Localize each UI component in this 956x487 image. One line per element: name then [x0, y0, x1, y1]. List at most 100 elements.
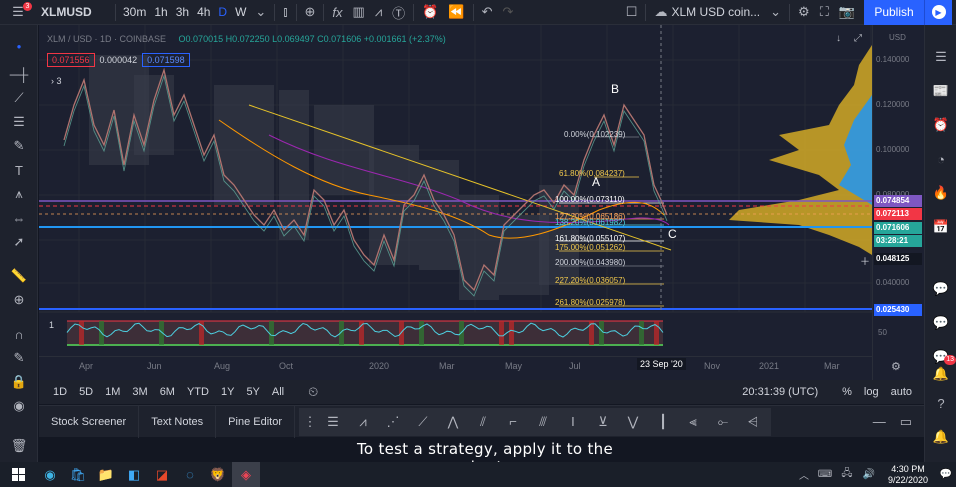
fib-retracement-icon[interactable]: ☰ — [0, 111, 38, 133]
action-center-icon[interactable]: 💬 — [936, 469, 956, 480]
layout-dropdown-icon[interactable]: ⌄ — [765, 0, 786, 25]
range-6m[interactable]: 6M — [154, 386, 181, 398]
pattern-icon[interactable]: ⩚ — [0, 183, 38, 205]
date-range-icon[interactable]: ⊻ — [589, 409, 617, 434]
store-icon[interactable]: 🛍 — [64, 462, 92, 487]
text-tool-icon[interactable]: T — [0, 159, 38, 181]
tab-stock-screener[interactable]: Stock Screener — [39, 405, 140, 438]
auto-scale-icon[interactable]: ⤢ — [854, 33, 862, 44]
network-icon[interactable]: 🖧 — [836, 466, 858, 483]
sell-price-button[interactable]: 0.071556 — [47, 53, 95, 67]
replay-icon[interactable]: ⏪ — [443, 0, 469, 25]
edge-browser-icon[interactable]: ◉ — [36, 462, 64, 487]
auto-toggle[interactable]: auto — [885, 386, 918, 398]
settings-gear-icon[interactable]: ⚙ — [793, 0, 815, 25]
trend-line-icon[interactable]: ⟋ — [0, 87, 38, 109]
interval-3h[interactable]: 3h — [172, 0, 193, 25]
interval-1h[interactable]: 1h — [150, 0, 171, 25]
redo-icon[interactable]: ↷ — [497, 0, 518, 25]
chart-type-icon[interactable]: ⫾ — [278, 0, 292, 25]
wxy-icon[interactable]: ⋁ — [619, 409, 647, 434]
menu-button[interactable]: ☰ 3 — [0, 0, 36, 25]
time-axis[interactable]: Apr Jun Aug Oct 2020 Mar May Jul Nov 2021 Mar — [39, 356, 872, 380]
abcd-pattern-icon[interactable]: ⩘ — [349, 409, 377, 434]
ideas-icon[interactable]: 💬 — [925, 311, 956, 335]
templates-icon[interactable]: ⩘ — [370, 0, 387, 25]
range-1y[interactable]: 1Y — [215, 386, 240, 398]
publish-play-button[interactable]: ▶ — [924, 0, 952, 25]
alert-icon[interactable]: ⏰ — [417, 0, 443, 25]
data-window-icon[interactable]: ◔ — [925, 147, 956, 171]
calendar-icon[interactable]: 📅 — [925, 215, 956, 239]
office-icon[interactable]: ◪ — [148, 462, 176, 487]
interval-30m[interactable]: 30m — [119, 0, 150, 25]
interval-w[interactable]: W — [231, 0, 250, 25]
indicators-icon[interactable]: fx — [327, 0, 347, 25]
ruler-icon[interactable]: 📏 — [0, 265, 38, 287]
range-5d[interactable]: 5D — [73, 386, 99, 398]
range-ytd[interactable]: YTD — [181, 386, 215, 398]
vertical-line-icon[interactable]: ┃ — [649, 409, 677, 434]
interval-d[interactable]: D — [214, 0, 231, 25]
indicators-toggle[interactable]: › 3 — [51, 76, 62, 86]
active-app-icon[interactable]: ◈ — [232, 462, 260, 487]
symbol-search[interactable]: XLMUSD — [36, 0, 112, 25]
path-icon[interactable]: ⌐ — [499, 409, 527, 434]
chart-settings-gear-icon[interactable]: ⚙ — [891, 360, 901, 373]
price-range-icon[interactable]: I — [559, 409, 587, 434]
app-icon[interactable]: ◧ — [120, 462, 148, 487]
crosshair-cursor-icon[interactable]: ─┼ — [0, 63, 38, 85]
add-alert-plus-icon[interactable]: ＋ — [860, 253, 870, 268]
range-all[interactable]: All — [266, 386, 290, 398]
undo-icon[interactable]: ↶ — [477, 0, 498, 25]
goto-date-icon[interactable]: ⏲ — [308, 384, 318, 400]
clock[interactable]: 20:31:39 (UTC) — [742, 386, 818, 398]
publish-button[interactable]: Publish — [864, 0, 924, 25]
layout-icon[interactable]: ☐ — [621, 0, 643, 25]
icons-tool-icon[interactable]: ➚ — [0, 231, 38, 253]
help-icon[interactable]: ? — [925, 391, 956, 415]
notifications-bell-icon[interactable]: 🔔 — [925, 425, 956, 449]
horizontal-lines-icon[interactable]: ☰ — [319, 409, 347, 434]
zoom-in-icon[interactable]: ⊕ — [0, 289, 38, 311]
fullscreen-icon[interactable]: ⛶ — [815, 0, 834, 25]
brave-browser-icon[interactable]: 🦁 — [204, 462, 232, 487]
price-axis[interactable]: USD 0.1400000.1200000.1000000.0800000.06… — [872, 25, 924, 380]
price-chart[interactable] — [39, 25, 924, 380]
watchlist-icon[interactable]: ☰ — [925, 45, 956, 69]
minimize-panel-icon[interactable]: — — [873, 414, 886, 429]
tab-text-notes[interactable]: Text Notes — [139, 405, 217, 438]
drag-handle-icon[interactable]: ⋮ — [303, 409, 317, 434]
layout-name-button[interactable]: ☁ XLM USD coin... — [649, 0, 765, 25]
text-icon[interactable]: Ⓣ — [387, 0, 410, 25]
hotlist-icon[interactable]: 🔥 — [925, 181, 956, 205]
buy-price-button[interactable]: 0.071598 — [142, 53, 190, 67]
cloud-app-icon[interactable]: ◌ — [176, 462, 204, 487]
file-explorer-icon[interactable]: 📁 — [92, 462, 120, 487]
brush-icon[interactable]: ✎ — [0, 135, 38, 157]
alerts-clock-icon[interactable]: ⏰ — [925, 113, 956, 137]
magnet-icon[interactable]: ∩ — [0, 323, 38, 345]
eye-icon[interactable]: ◉ — [0, 395, 38, 417]
chart-area[interactable]: XLM / USD · 1D · COINBASE O0.070015 H0.0… — [39, 25, 924, 380]
compare-plus-icon[interactable]: ⊕ — [300, 0, 321, 25]
taskbar-clock[interactable]: 4:30 PM 9/22/2020 — [880, 464, 936, 486]
wave-12-icon[interactable]: ⋰ — [379, 409, 407, 434]
chat-icon[interactable]: 💬 — [925, 277, 956, 301]
prediction-icon[interactable]: ⇔ — [0, 207, 38, 229]
volume-icon[interactable]: 🔊 — [858, 469, 880, 480]
range-3m[interactable]: 3M — [126, 386, 153, 398]
pitchfork-icon[interactable]: ⫷ — [679, 409, 707, 434]
log-toggle[interactable]: log — [858, 386, 885, 398]
polyline-icon[interactable]: ⩤ — [739, 409, 767, 434]
down-arrow-icon[interactable]: ↓ — [836, 33, 841, 44]
fib-fan-icon[interactable]: ⫽ — [469, 409, 497, 434]
abc-pattern-icon[interactable]: ⋀ — [439, 409, 467, 434]
system-tray-chevron-icon[interactable]: ︿ — [794, 467, 814, 482]
percent-toggle[interactable]: % — [836, 386, 858, 398]
news-icon[interactable]: 📰 — [925, 79, 956, 103]
parallel-channel-icon[interactable]: ⫻ — [529, 409, 557, 434]
stay-in-drawing-icon[interactable]: ✎ — [0, 347, 38, 369]
range-1d[interactable]: 1D — [47, 386, 73, 398]
range-1m[interactable]: 1M — [99, 386, 126, 398]
